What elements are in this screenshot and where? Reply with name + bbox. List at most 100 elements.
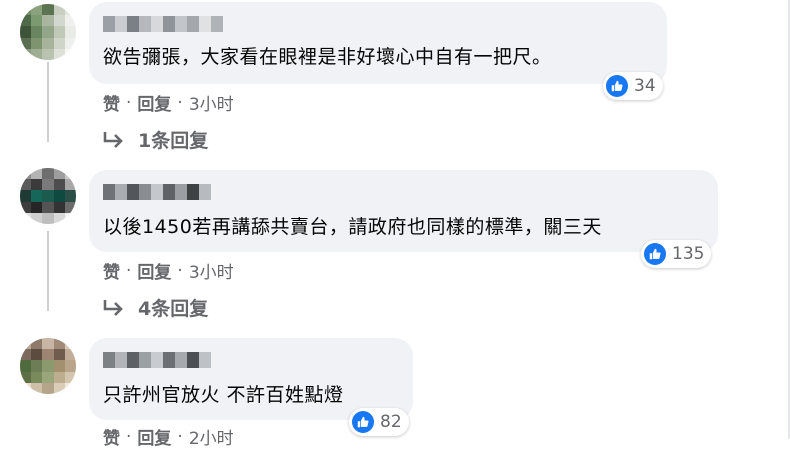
avatar-pixel xyxy=(53,371,65,383)
avatar-pixel xyxy=(64,201,76,213)
like-link[interactable]: 赞 xyxy=(103,258,120,283)
name-pixel xyxy=(199,352,211,368)
reaction-count: 34 xyxy=(634,76,656,96)
avatar-pixel xyxy=(31,360,43,372)
name-pixel xyxy=(151,184,163,200)
name-pixel xyxy=(163,184,175,200)
name-pixel xyxy=(103,16,115,32)
avatar-pixel xyxy=(42,360,54,372)
reaction-count-badge[interactable]: 135 xyxy=(641,240,712,268)
reaction-count-badge[interactable]: 34 xyxy=(603,72,663,100)
like-link[interactable]: 赞 xyxy=(103,424,120,449)
avatar-pixel xyxy=(42,179,54,191)
avatar-pixel xyxy=(64,190,76,202)
avatar-pixel xyxy=(42,48,54,60)
avatar-pixel xyxy=(42,349,54,361)
comment-actions: 赞 · 回复 · 3小时 xyxy=(103,90,234,116)
avatar-pixel xyxy=(20,382,32,394)
comment-bubble: 以後1450若再講舔共賣台，請政府也同樣的標準，關三天 xyxy=(89,170,718,252)
reaction-count: 135 xyxy=(672,244,705,264)
like-reaction-icon xyxy=(644,243,666,265)
avatar[interactable] xyxy=(20,338,76,394)
avatar-pixel xyxy=(20,4,32,16)
avatar-pixel xyxy=(42,201,54,213)
avatar-pixel xyxy=(64,349,76,361)
avatar-pixel xyxy=(31,338,43,350)
avatar-pixel xyxy=(53,37,65,49)
name-pixel xyxy=(199,184,211,200)
comment-actions: 赞 · 回复 · 2小时 xyxy=(103,424,234,449)
avatar-pixel xyxy=(42,371,54,383)
avatar-pixel xyxy=(20,190,32,202)
avatar-pixel xyxy=(53,349,65,361)
name-pixel xyxy=(127,184,139,200)
avatar-pixel xyxy=(20,48,32,60)
avatar-pixel xyxy=(20,371,32,383)
separator-dot: · xyxy=(126,260,132,281)
view-replies-label: 4条回复 xyxy=(138,298,209,320)
reply-link[interactable]: 回复 xyxy=(137,90,171,115)
avatar-pixel xyxy=(53,26,65,38)
name-pixel xyxy=(175,184,187,200)
like-link[interactable]: 赞 xyxy=(103,90,120,115)
like-reaction-icon xyxy=(352,411,374,433)
reply-link[interactable]: 回复 xyxy=(137,424,171,449)
timestamp[interactable]: 2小时 xyxy=(189,424,234,449)
avatar-pixel xyxy=(31,201,43,213)
name-pixel xyxy=(139,16,151,32)
avatar-pixel xyxy=(31,15,43,27)
avatar-pixel xyxy=(20,360,32,372)
view-replies-link[interactable]: 1条回复 xyxy=(103,126,208,153)
name-pixel xyxy=(175,16,187,32)
name-pixel xyxy=(103,352,115,368)
commenter-name[interactable] xyxy=(103,184,211,200)
separator-dot: · xyxy=(126,426,132,447)
avatar-pixel xyxy=(53,201,65,213)
timestamp[interactable]: 3小时 xyxy=(189,258,234,283)
name-pixel xyxy=(115,16,127,32)
avatar-pixel xyxy=(31,26,43,38)
reply-arrow-icon xyxy=(103,131,123,148)
avatar-pixel xyxy=(42,26,54,38)
reaction-count: 82 xyxy=(380,412,402,432)
separator-dot: · xyxy=(177,426,183,447)
avatar-pixel xyxy=(64,37,76,49)
avatar-pixel xyxy=(53,168,65,180)
separator-dot: · xyxy=(177,260,183,281)
avatar-pixel xyxy=(31,4,43,16)
view-replies-link[interactable]: 4条回复 xyxy=(103,294,208,321)
avatar-pixel xyxy=(53,212,65,224)
avatar-pixel xyxy=(64,371,76,383)
like-reaction-icon xyxy=(606,75,628,97)
avatar-pixel xyxy=(53,15,65,27)
avatar-pixel xyxy=(42,15,54,27)
commenter-name[interactable] xyxy=(103,16,223,32)
avatar-pixel xyxy=(53,360,65,372)
avatar-pixel xyxy=(42,168,54,180)
avatar-pixel xyxy=(53,190,65,202)
timestamp[interactable]: 3小时 xyxy=(189,90,234,115)
avatar[interactable] xyxy=(20,4,76,60)
avatar-pixel xyxy=(31,179,43,191)
reaction-count-badge[interactable]: 82 xyxy=(349,408,409,436)
avatar-pixel xyxy=(42,382,54,394)
avatar-pixel xyxy=(20,168,32,180)
view-replies-label: 1条回复 xyxy=(138,130,209,152)
avatar[interactable] xyxy=(20,168,76,224)
name-pixel xyxy=(139,184,151,200)
comment-text: 以後1450若再講舔共賣台，請政府也同樣的標準，關三天 xyxy=(103,216,602,238)
commenter-name[interactable] xyxy=(103,352,211,368)
avatar-pixel xyxy=(20,349,32,361)
name-pixel xyxy=(163,352,175,368)
avatar-pixel xyxy=(64,360,76,372)
avatar-pixel xyxy=(53,179,65,191)
name-pixel xyxy=(151,16,163,32)
avatar-pixel xyxy=(42,4,54,16)
avatar-pixel xyxy=(31,48,43,60)
name-pixel xyxy=(187,16,199,32)
name-pixel xyxy=(115,352,127,368)
avatar-pixel xyxy=(64,15,76,27)
separator-dot: · xyxy=(177,92,183,113)
name-pixel xyxy=(199,16,211,32)
reply-link[interactable]: 回复 xyxy=(137,258,171,283)
